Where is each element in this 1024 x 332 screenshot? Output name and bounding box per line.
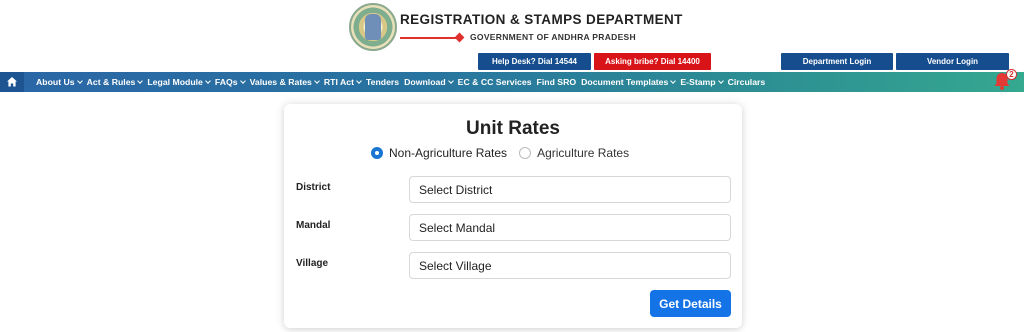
chevron-down-icon — [239, 77, 246, 84]
vendor-login-button[interactable]: Vendor Login — [896, 53, 1009, 70]
nav-item-document-templates[interactable]: Document Templates — [581, 77, 677, 87]
nav-menu: About Us Act & Rules Legal Module FAQs Value… — [36, 72, 770, 92]
nav-item-label: RTI Act — [323, 77, 354, 87]
nav-item-act-rules[interactable]: Act & Rules — [86, 77, 144, 87]
chevron-down-icon — [447, 77, 454, 84]
nav-item-label: Legal Module — [147, 77, 203, 87]
get-details-button[interactable]: Get Details — [650, 290, 731, 317]
chevron-down-icon — [356, 77, 362, 84]
notification-count-badge: 2 — [1006, 69, 1017, 80]
chevron-down-icon — [717, 77, 724, 84]
mandal-label: Mandal — [296, 220, 331, 231]
nav-item-label: FAQs — [214, 77, 238, 87]
nav-item-label: Act & Rules — [86, 77, 136, 87]
department-title: REGISTRATION & STAMPS DEPARTMENT — [400, 12, 683, 27]
agriculture-label[interactable]: Agriculture Rates — [537, 146, 629, 160]
nav-item-faqs[interactable]: FAQs — [214, 77, 246, 87]
ap-emblem-logo — [349, 3, 397, 51]
nav-item-label: About Us — [36, 77, 75, 87]
nav-item-about-us[interactable]: About Us — [36, 77, 83, 87]
home-icon — [7, 77, 17, 87]
chevron-down-icon — [137, 77, 144, 84]
nav-item-ec-cc-services[interactable]: EC & CC Services — [458, 77, 532, 87]
page-title: Unit Rates — [466, 118, 560, 139]
helpdesk-button[interactable]: Help Desk? Dial 14544 — [478, 53, 591, 70]
nav-item-legal-module[interactable]: Legal Module — [147, 77, 211, 87]
nav-item-label: E-Stamp — [680, 77, 716, 87]
nav-item-label: Document Templates — [581, 77, 669, 87]
nav-item-download[interactable]: Download — [404, 77, 454, 87]
home-button[interactable] — [0, 72, 24, 92]
nav-item-find-sro[interactable]: Find SRO — [537, 77, 577, 87]
rate-type-radio-group: Non-Agriculture Rates Agriculture Rates — [371, 146, 641, 160]
title-divider-line — [400, 37, 458, 39]
nav-item-label: EC & CC Services — [457, 77, 532, 87]
district-select[interactable]: Select District — [409, 176, 731, 203]
site-header: REGISTRATION & STAMPS DEPARTMENT GOVERNM… — [0, 0, 1024, 72]
agriculture-radio[interactable] — [519, 147, 532, 159]
department-login-button[interactable]: Department Login — [781, 53, 893, 70]
nav-item-tenders[interactable]: Tenders — [366, 77, 399, 87]
chevron-down-icon — [205, 77, 211, 84]
nav-item-rti-act[interactable]: RTI Act — [323, 77, 362, 87]
chevron-down-icon — [76, 77, 83, 84]
nav-item-values-rates[interactable]: Values & Rates — [249, 77, 320, 87]
mandal-select[interactable]: Select Mandal — [409, 214, 731, 241]
chevron-down-icon — [314, 77, 320, 84]
title-divider-diamond — [454, 32, 465, 43]
main-nav: About Us Act & Rules Legal Module FAQs Value… — [0, 72, 1024, 92]
bribe-complaint-button[interactable]: Asking bribe? Dial 14400 — [594, 53, 711, 70]
village-select[interactable]: Select Village — [409, 252, 731, 279]
government-subtitle: GOVERNMENT OF ANDHRA PRADESH — [470, 32, 636, 42]
nav-item-label: Values & Rates — [249, 77, 312, 87]
nav-item-e-stamp[interactable]: E-Stamp — [680, 77, 724, 87]
village-label: Village — [296, 258, 329, 269]
nav-item-label: Circulars — [727, 77, 766, 87]
nav-item-label: Find SRO — [536, 77, 577, 87]
district-label: District — [296, 182, 331, 193]
non-agriculture-radio[interactable] — [371, 147, 383, 159]
nav-item-circulars[interactable]: Circulars — [728, 77, 766, 87]
chevron-down-icon — [670, 77, 677, 84]
nav-item-label: Download — [404, 77, 446, 87]
emblem-center-icon — [365, 14, 381, 40]
nav-item-label: Tenders — [365, 77, 400, 87]
unit-rates-card: Unit Rates Non-Agriculture Rates Agricul… — [284, 104, 742, 328]
non-agriculture-label[interactable]: Non-Agriculture Rates — [389, 146, 507, 160]
